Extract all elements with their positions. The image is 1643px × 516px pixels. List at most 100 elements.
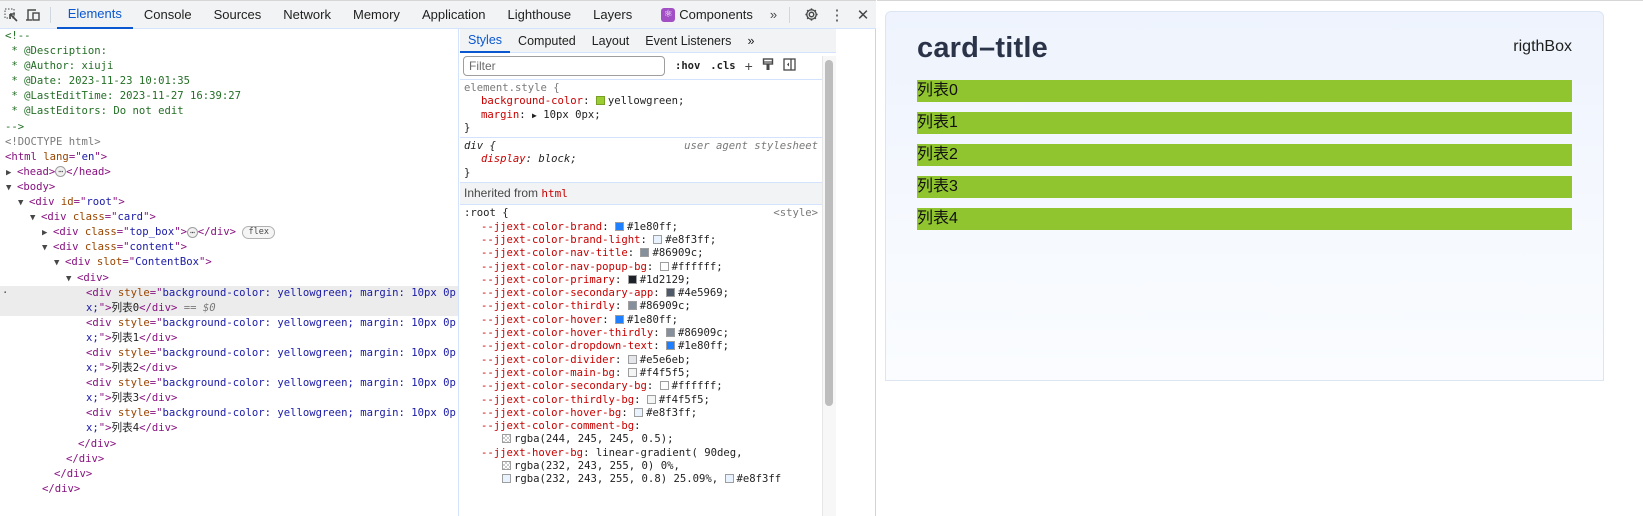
style-property[interactable]: --jjext-color-nav-popup-bg: #ffffff;: [464, 261, 818, 274]
flex-badge[interactable]: flex: [242, 225, 275, 239]
collapse-arrow-icon[interactable]: ▼: [42, 241, 53, 256]
tab-layers[interactable]: Layers: [582, 1, 643, 29]
style-property[interactable]: --jjext-color-hover-bg: #e8f3ff;: [464, 407, 818, 420]
class-toggle-button[interactable]: .cls: [710, 60, 735, 72]
color-swatch[interactable]: [627, 354, 637, 364]
styles-filter-input[interactable]: [463, 56, 665, 76]
color-swatch[interactable]: [724, 474, 734, 484]
ellipsis-icon[interactable]: ⋯: [55, 166, 67, 178]
color-swatch[interactable]: [614, 314, 624, 324]
list-item-node-cont[interactable]: x;">列表1</div>: [0, 331, 458, 346]
hover-state-button[interactable]: :hov: [675, 60, 700, 72]
tab-sources[interactable]: Sources: [203, 1, 273, 29]
style-property-cont[interactable]: rgba(232, 243, 255, 0) 0%,: [464, 460, 818, 473]
expand-arrow-icon[interactable]: ▶: [42, 226, 53, 241]
inspect-element-icon[interactable]: [0, 1, 22, 29]
style-property[interactable]: --jjext-color-brand-light: #e8f3ff;: [464, 234, 818, 247]
style-property[interactable]: --jjext-color-secondary-bg: #ffffff;: [464, 380, 818, 393]
color-swatch[interactable]: [502, 461, 511, 471]
color-swatch[interactable]: [659, 261, 669, 271]
subtab-event-listeners[interactable]: Event Listeners: [637, 29, 739, 53]
device-toolbar-icon[interactable]: [22, 1, 44, 29]
collapse-arrow-icon[interactable]: ▼: [66, 272, 77, 287]
closing-tag[interactable]: </div>: [0, 437, 458, 452]
paint-brush-icon[interactable]: [762, 58, 774, 74]
style-property-cont[interactable]: rgba(244, 245, 245, 0.5);: [464, 433, 818, 446]
list-item-node-cont[interactable]: x;">列表0</div> == $0: [0, 300, 458, 316]
color-swatch[interactable]: [665, 288, 675, 298]
color-swatch[interactable]: [627, 367, 637, 377]
subtab-computed[interactable]: Computed: [510, 29, 584, 53]
list-item-node[interactable]: · <div style="background-color: yellowgre…: [0, 285, 458, 301]
more-tabs-button[interactable]: »: [764, 7, 783, 22]
more-subtabs-button[interactable]: »: [739, 29, 762, 53]
collapse-arrow-icon[interactable]: ▼: [6, 181, 17, 196]
tab-memory[interactable]: Memory: [342, 1, 411, 29]
color-swatch[interactable]: [634, 407, 644, 417]
style-property[interactable]: --jjext-color-hover: #1e80ff;: [464, 314, 818, 327]
color-swatch[interactable]: [659, 381, 669, 391]
color-swatch[interactable]: [665, 328, 675, 338]
style-property-cont[interactable]: rgba(232, 243, 255, 0.8) 25.09%, #e8f3ff: [464, 473, 818, 486]
color-swatch[interactable]: [653, 234, 663, 244]
color-swatch[interactable]: [614, 221, 624, 231]
style-property[interactable]: --jjext-color-secondary-app: #4e5969;: [464, 287, 818, 300]
topbox-div-node[interactable]: ▶ <div class="top_box"> ⋯ </div> flex: [0, 225, 458, 240]
style-property[interactable]: --jjext-color-divider: #e5e6eb;: [464, 354, 818, 367]
style-property[interactable]: --jjext-hover-bg: linear-gradient( 90deg…: [464, 447, 818, 460]
ellipsis-icon[interactable]: ⋯: [186, 226, 198, 238]
list-item-node[interactable]: <div style="background-color: yellowgree…: [0, 346, 458, 361]
style-property[interactable]: margin: ▶ 10px 0px;: [464, 109, 818, 122]
inherited-tag-link[interactable]: html: [541, 187, 568, 200]
color-swatch[interactable]: [646, 394, 656, 404]
style-property[interactable]: --jjext-color-brand: #1e80ff;: [464, 221, 818, 234]
close-icon[interactable]: ✕: [850, 1, 876, 29]
color-swatch[interactable]: [502, 434, 511, 444]
subtab-styles[interactable]: Styles: [460, 29, 511, 53]
toggle-sidebar-icon[interactable]: [783, 58, 796, 74]
tab-components[interactable]: ⚛ Components: [643, 1, 764, 29]
tab-console[interactable]: Console: [133, 1, 203, 29]
collapse-arrow-icon[interactable]: ▼: [18, 196, 29, 211]
rule-origin-link[interactable]: <style>: [773, 207, 818, 220]
tab-elements[interactable]: Elements: [56, 1, 133, 29]
color-swatch[interactable]: [502, 474, 511, 484]
gear-icon[interactable]: [798, 1, 824, 29]
list-wrapper-div-node[interactable]: ▼ <div>: [0, 271, 458, 286]
style-property[interactable]: --jjext-color-comment-bg:: [464, 420, 818, 433]
collapse-arrow-icon[interactable]: ▼: [30, 211, 41, 226]
list-item-node[interactable]: <div style="background-color: yellowgree…: [0, 406, 458, 421]
tab-application[interactable]: Application: [411, 1, 497, 29]
list-item-node[interactable]: <div style="background-color: yellowgree…: [0, 316, 458, 331]
color-swatch[interactable]: [595, 96, 605, 106]
color-swatch[interactable]: [640, 248, 650, 258]
collapse-arrow-icon[interactable]: ▼: [54, 256, 65, 271]
content-div-node[interactable]: ▼ <div class="content">: [0, 240, 458, 255]
html-node[interactable]: <html lang="en">: [0, 150, 458, 165]
styles-scrollbar-thumb[interactable]: [825, 60, 833, 406]
list-item-node-cont[interactable]: x;">列表4</div>: [0, 421, 458, 436]
slot-div-node[interactable]: ▼ <div slot="ContentBox">: [0, 255, 458, 270]
subtab-layout[interactable]: Layout: [584, 29, 638, 53]
color-swatch[interactable]: [627, 274, 637, 284]
style-property[interactable]: --jjext-color-dropdown-text: #1e80ff;: [464, 340, 818, 353]
doctype-node[interactable]: <!DOCTYPE html>: [0, 135, 458, 150]
add-rule-icon[interactable]: +: [745, 58, 753, 74]
style-property[interactable]: --jjext-color-nav-title: #86909c;: [464, 247, 818, 260]
style-property[interactable]: --jjext-color-hover-thirdly: #86909c;: [464, 327, 818, 340]
tab-lighthouse[interactable]: Lighthouse: [497, 1, 583, 29]
expand-arrow-icon[interactable]: ▶: [6, 166, 17, 181]
style-property[interactable]: --jjext-color-thirdly-bg: #f4f5f5;: [464, 394, 818, 407]
style-property[interactable]: --jjext-color-thirdly: #86909c;: [464, 300, 818, 313]
style-property[interactable]: background-color: yellowgreen;: [464, 95, 818, 108]
card-div-node[interactable]: ▼ <div class="card">: [0, 210, 458, 225]
closing-tag[interactable]: </div>: [0, 467, 458, 482]
style-property[interactable]: --jjext-color-primary: #1d2129;: [464, 274, 818, 287]
closing-tag[interactable]: </div>: [0, 452, 458, 467]
kebab-menu-icon[interactable]: ⋮: [824, 1, 850, 29]
color-swatch[interactable]: [627, 301, 637, 311]
tab-network[interactable]: Network: [272, 1, 342, 29]
root-div-node[interactable]: ▼ <div id="root">: [0, 195, 458, 210]
color-swatch[interactable]: [665, 341, 675, 351]
body-node[interactable]: ▼ <body>: [0, 180, 458, 195]
